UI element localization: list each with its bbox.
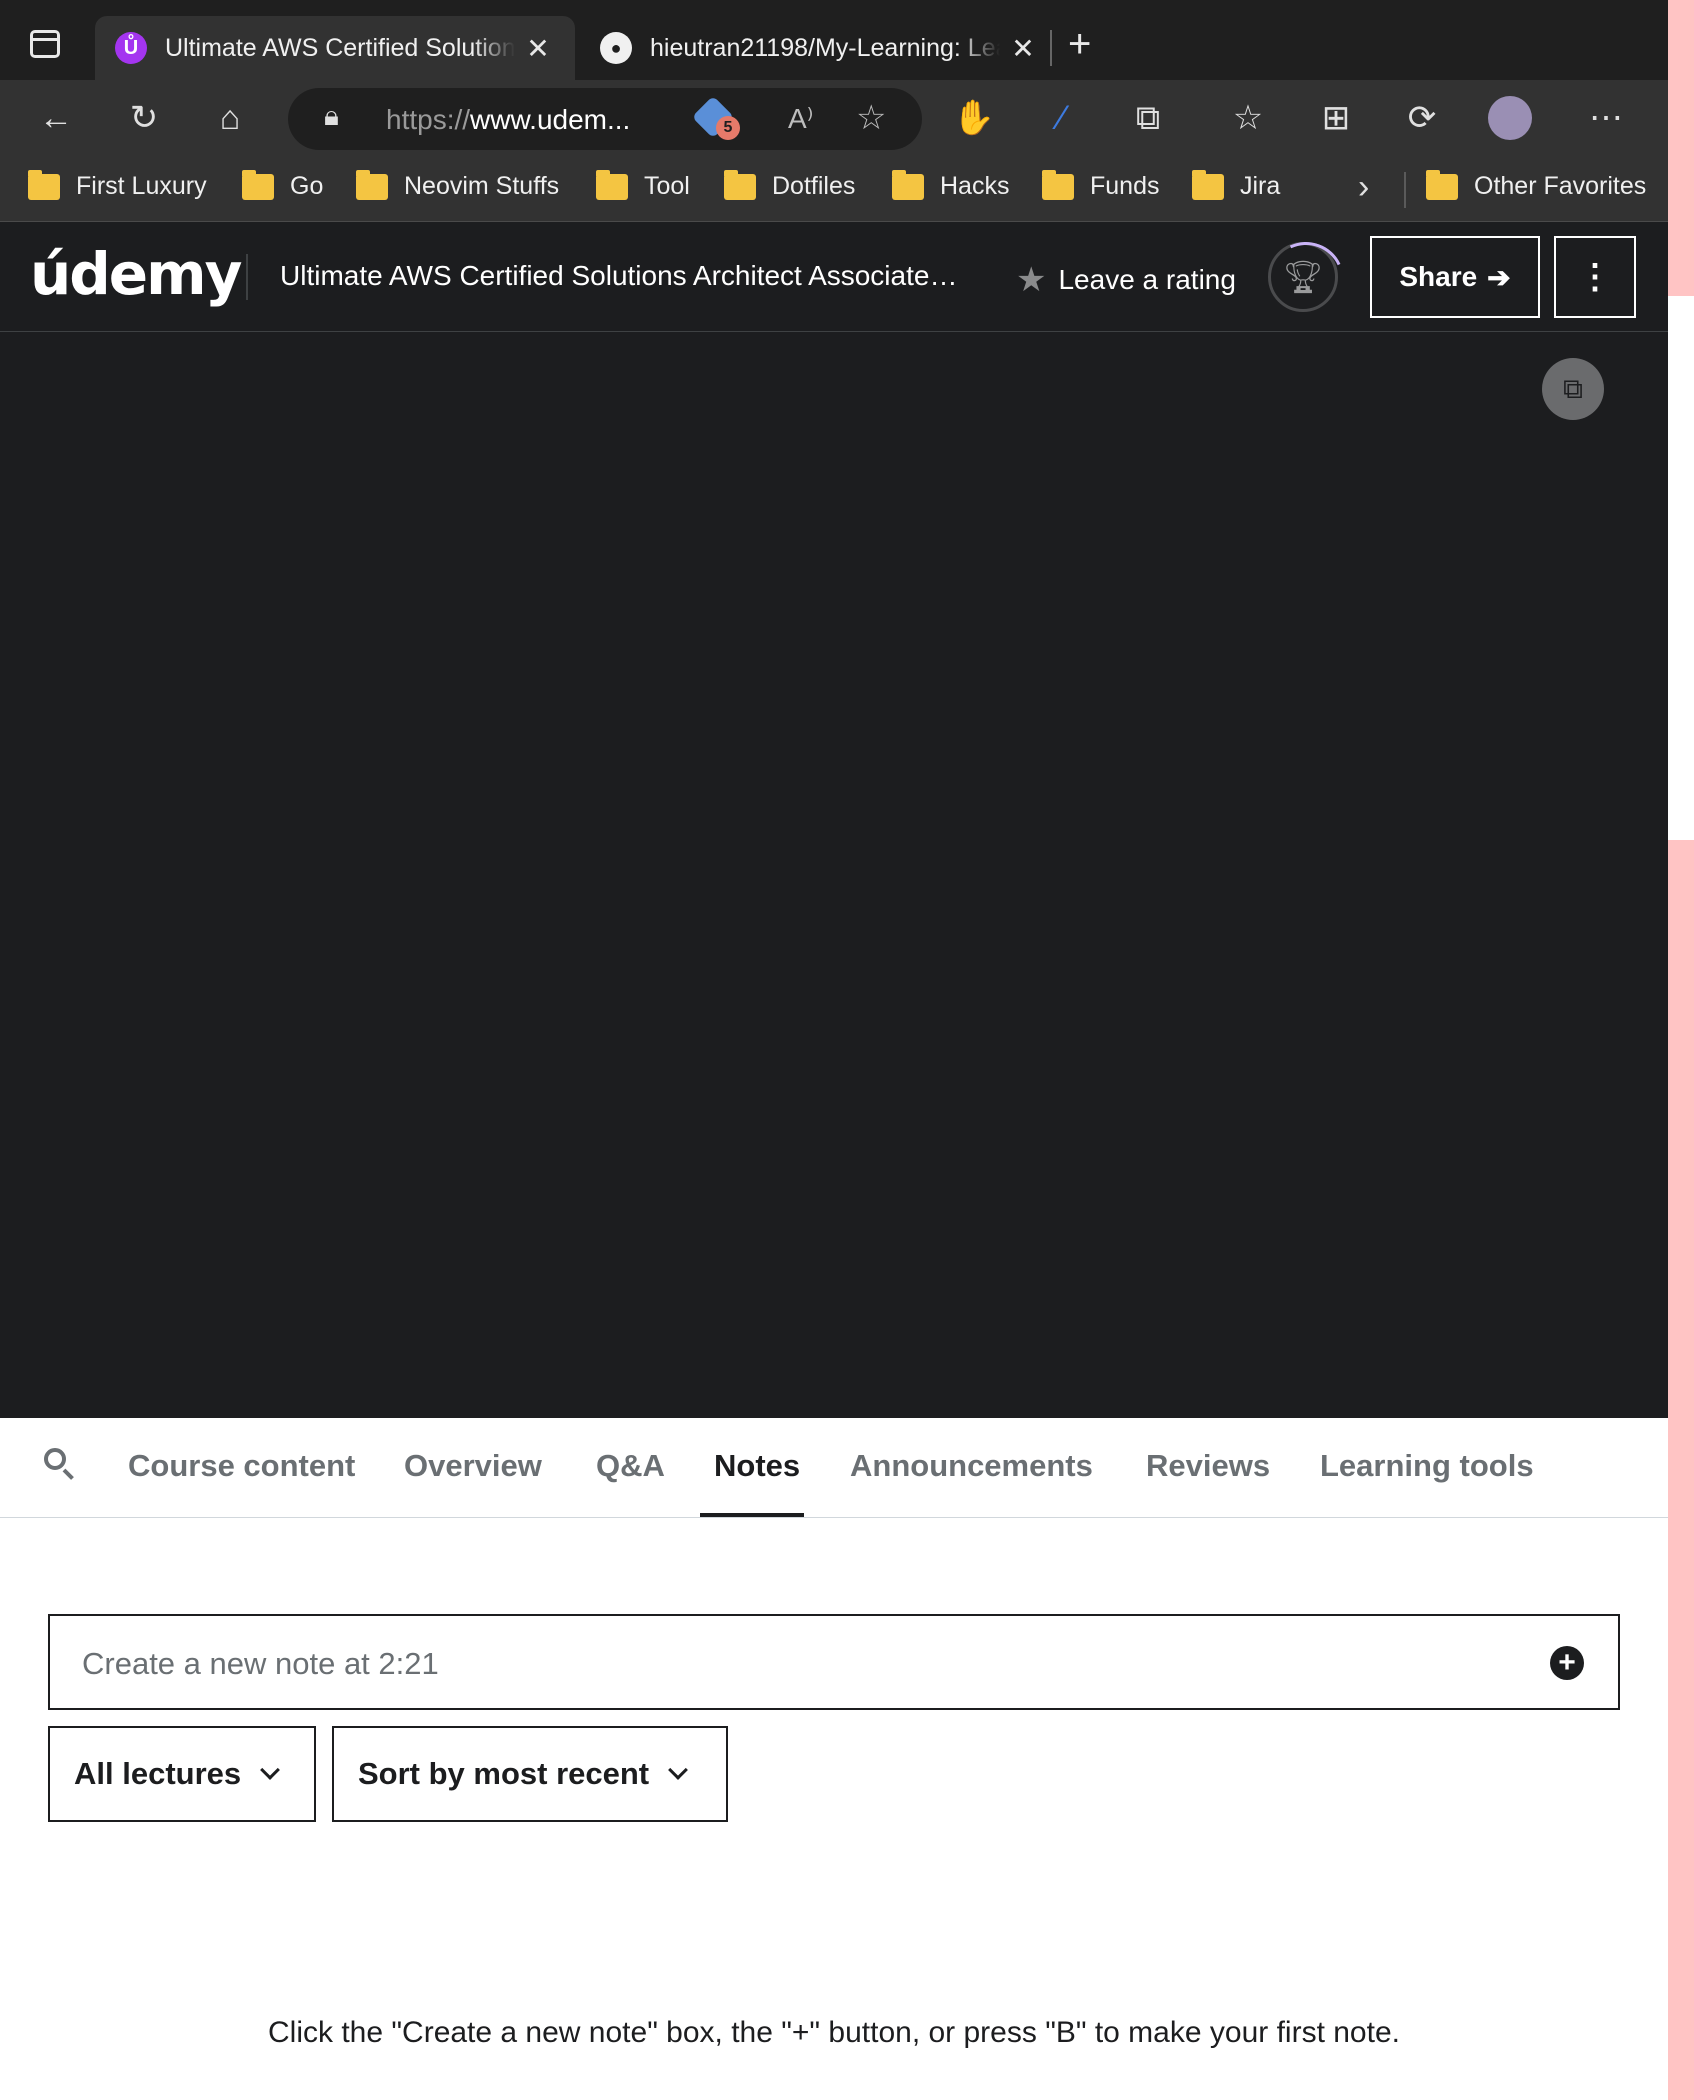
extensions-puzzle-icon[interactable]: ⧉ [1126,96,1170,140]
tab-divider [1050,30,1052,66]
pen-extension-icon[interactable]: ⁄ [1040,96,1084,140]
sort-dropdown[interactable]: Sort by most recent [332,1726,728,1822]
refresh-icon[interactable]: ↻ [122,96,166,140]
header-divider [246,254,248,300]
tab-qa[interactable]: Q&A [596,1448,665,1484]
chevron-down-icon [668,1760,689,1780]
course-title[interactable]: Ultimate AWS Certified Solutions Archite… [280,260,957,292]
chevron-right-icon[interactable]: › [1358,168,1369,207]
create-note-input[interactable]: Create a new note at 2:21 + [48,1614,1620,1710]
read-aloud-icon[interactable]: A⁾ [788,102,814,135]
tab-strip: Ů Ultimate AWS Certified Solutions Archi… [0,0,1668,80]
scrollbar-track[interactable] [1668,0,1694,2100]
udemy-header: údemy Ultimate AWS Certified Solutions A… [0,222,1668,332]
add-favorite-icon[interactable]: ☆ [856,98,886,138]
bookmark-dotfiles[interactable]: Dotfiles [724,169,855,201]
copilot-icon[interactable]: ⟳ [1400,96,1444,140]
bookmark-other-favorites[interactable]: Other Favorites [1426,169,1646,201]
collections-icon[interactable]: ⊞ [1314,96,1358,140]
bookmark-funds[interactable]: Funds [1042,169,1159,201]
video-player[interactable]: ⧉ [0,332,1668,1418]
tab-actions-icon[interactable] [30,30,60,58]
tab-course-content[interactable]: Course content [128,1448,355,1484]
folder-icon [1042,169,1074,200]
folder-icon [356,169,388,200]
bookmark-tool[interactable]: Tool [596,169,690,201]
back-arrow-icon[interactable]: ← [34,96,78,140]
note-input-placeholder: Create a new note at 2:21 [82,1646,439,1681]
bookmark-first-luxury[interactable]: First Luxury [28,169,207,201]
new-tab-icon[interactable]: + [1068,22,1091,67]
star-icon: ★ [1016,261,1047,299]
folder-icon [1192,169,1224,200]
trophy-progress-icon[interactable]: 🏆︎ [1268,242,1338,312]
share-button[interactable]: Share ➔ [1370,236,1540,318]
close-tab-icon[interactable]: ✕ [523,32,553,65]
extension-badge-count: 5 [716,116,740,140]
bookmark-jira[interactable]: Jira [1192,169,1280,201]
share-arrow-icon: ➔ [1487,261,1511,293]
bookmark-go[interactable]: Go [242,169,323,201]
browser-toolbar: ← ↻ ⌂ 🔒︎ https://www.udem... 5 A⁾ ☆ ✋ ⁄ … [0,80,1668,158]
lecture-filter-label: All lectures [74,1756,242,1791]
folder-icon [1426,169,1458,200]
empty-notes-message: Click the "Create a new note" box, the "… [268,2016,1400,2049]
chevron-down-icon [260,1760,281,1780]
more-menu-button[interactable]: ⋮ [1554,236,1636,318]
tab-announcements[interactable]: Announcements [850,1448,1093,1484]
browser-tab-udemy[interactable]: Ů Ultimate AWS Certified Solutions Archi… [95,16,575,80]
close-tab-icon[interactable]: ✕ [1008,32,1038,65]
github-icon: ● [600,32,632,64]
leave-rating-button[interactable]: ★ Leave a rating [1016,260,1236,300]
rating-label: Leave a rating [1058,264,1236,295]
tab-title: Ultimate AWS Certified Solutions Archite… [165,33,515,62]
profile-avatar[interactable] [1488,96,1532,140]
bookmarks-bar: First Luxury Go Neovim Stuffs Tool Dotfi… [0,158,1668,222]
add-note-icon[interactable]: + [1550,1646,1584,1680]
share-label: Share [1399,261,1478,292]
browser-tab-github[interactable]: ● hieutran21198/My-Learning: Learning ✕ [580,16,1050,80]
home-icon[interactable]: ⌂ [208,96,252,140]
tab-reviews[interactable]: Reviews [1146,1448,1270,1484]
tab-learning-tools[interactable]: Learning tools [1320,1448,1534,1484]
adblock-icon[interactable]: ✋ [952,96,996,140]
folder-icon [892,169,924,200]
tab-overview[interactable]: Overview [404,1448,542,1484]
udemy-logo[interactable]: údemy [30,240,242,308]
folder-icon [596,169,628,200]
more-options-icon[interactable]: ⋯ [1584,96,1628,140]
folder-icon [28,169,60,200]
sort-label: Sort by most recent [358,1756,650,1791]
bookmark-hacks[interactable]: Hacks [892,169,1009,201]
folder-icon [724,169,756,200]
browser-window: Ů Ultimate AWS Certified Solutions Archi… [0,0,1668,2100]
udemy-icon: Ů [115,32,147,64]
bookmark-divider [1404,172,1406,208]
tab-notes[interactable]: Notes [714,1448,800,1484]
folder-icon [242,169,274,200]
lock-icon[interactable]: 🔒︎ [324,100,339,133]
search-icon[interactable] [42,1446,78,1482]
bookmark-neovim-stuffs[interactable]: Neovim Stuffs [356,169,559,201]
active-tab-indicator [700,1513,804,1517]
lecture-filter-dropdown[interactable]: All lectures [48,1726,316,1822]
favorites-icon[interactable]: ☆ [1226,96,1270,140]
extension-badge-icon[interactable]: 5 [691,95,740,140]
tab-title: hieutran21198/My-Learning: Learning [650,33,1000,62]
url-text[interactable]: https://www.udem... [386,104,630,136]
address-bar[interactable]: 🔒︎ https://www.udem... 5 A⁾ ☆ [288,88,922,150]
scrollbar-thumb[interactable] [1668,296,1694,840]
add-to-collection-icon[interactable]: ⧉ [1542,358,1604,420]
course-tabs: Course content Overview Q&A Notes Announ… [0,1418,1668,1518]
